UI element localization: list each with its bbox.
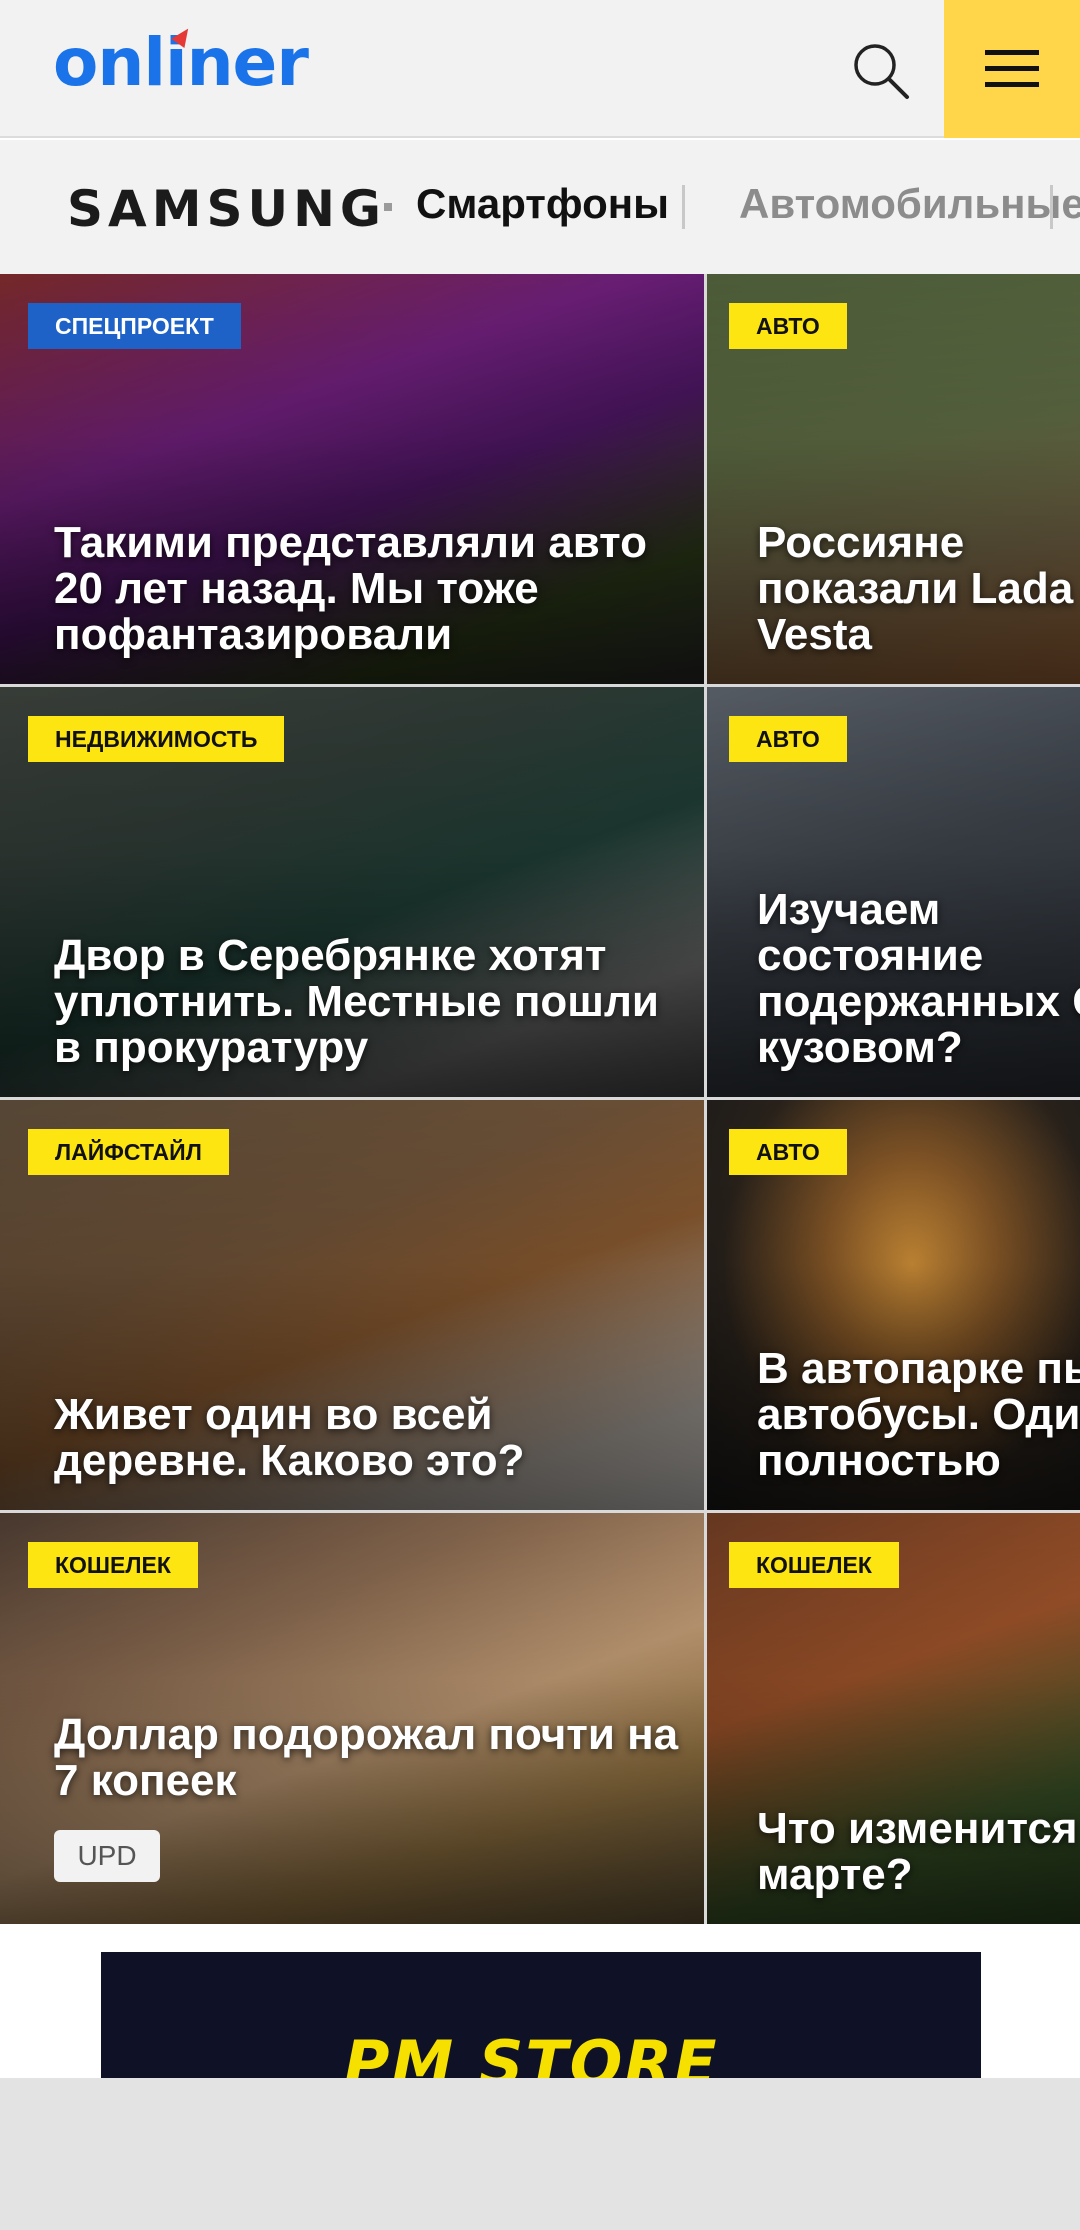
upd-badge: UPD bbox=[54, 1830, 160, 1882]
card-tag-badge[interactable]: КОШЕЛЕК bbox=[28, 1542, 198, 1588]
bottom-placeholder bbox=[0, 2078, 1080, 2230]
menu-line-icon bbox=[985, 50, 1039, 55]
card-tag-badge[interactable]: АВТО bbox=[729, 303, 847, 349]
card-tag-badge[interactable]: ЛАЙФСТАЙЛ bbox=[28, 1129, 229, 1175]
card-title[interactable]: Россияне показали Lada Vesta bbox=[757, 520, 1080, 658]
news-card[interactable]: АВТО Изучаем состояние подержанных Ge ку… bbox=[707, 687, 1080, 1097]
card-tag-badge[interactable]: АВТО bbox=[729, 716, 847, 762]
card-title[interactable]: Двор в Серебрянке хотят уплотнить. Местн… bbox=[54, 933, 694, 1071]
news-card[interactable]: КОШЕЛЕК Доллар подорожал почти на 7 копе… bbox=[0, 1513, 704, 1924]
subnav-item-smartphones[interactable]: Смартфоны bbox=[416, 180, 669, 228]
ad-banner[interactable]: PM STORE bbox=[101, 1952, 981, 2078]
card-title[interactable]: В автопарке пыл автобусы. Один с полност… bbox=[757, 1346, 1080, 1484]
menu-button[interactable] bbox=[944, 0, 1080, 138]
news-card[interactable]: КОШЕЛЕК Что изменится в марте? bbox=[707, 1513, 1080, 1924]
search-icon bbox=[854, 44, 909, 99]
card-title[interactable]: Изучаем состояние подержанных Ge кузовом… bbox=[757, 887, 1080, 1071]
menu-line-icon bbox=[985, 82, 1039, 87]
top-header: onliner bbox=[0, 0, 1080, 138]
category-subnav: SAMSUNG Смартфоны Автомобильные bbox=[0, 140, 1080, 274]
card-title[interactable]: Живет один во всей деревне. Каково это? bbox=[54, 1392, 694, 1484]
news-card[interactable]: НЕДВИЖИМОСТЬ Двор в Серебрянке хотят упл… bbox=[0, 687, 704, 1097]
card-tag-badge[interactable]: СПЕЦПРОЕКТ bbox=[28, 303, 241, 349]
samsung-brand-link[interactable]: SAMSUNG bbox=[67, 180, 386, 238]
card-title[interactable]: Что изменится в марте? bbox=[757, 1806, 1080, 1898]
card-tag-badge[interactable]: НЕДВИЖИМОСТЬ bbox=[28, 716, 285, 762]
search-button[interactable] bbox=[846, 36, 916, 106]
ad-banner-text: PM STORE bbox=[344, 2027, 719, 2078]
subnav-item-automotive[interactable]: Автомобильные bbox=[739, 180, 1080, 228]
menu-line-icon bbox=[985, 66, 1039, 71]
subnav-separator bbox=[682, 185, 685, 229]
news-grid: СПЕЦПРОЕКТ Такими представляли авто 20 л… bbox=[0, 274, 1080, 1924]
card-tag-badge[interactable]: АВТО bbox=[729, 1129, 847, 1175]
news-card[interactable]: ЛАЙФСТАЙЛ Живет один во всей деревне. Ка… bbox=[0, 1100, 704, 1510]
subnav-separator bbox=[1050, 185, 1053, 229]
news-card[interactable]: СПЕЦПРОЕКТ Такими представляли авто 20 л… bbox=[0, 274, 704, 684]
news-card[interactable]: АВТО В автопарке пыл автобусы. Один с по… bbox=[707, 1100, 1080, 1510]
news-card[interactable]: АВТО Россияне показали Lada Vesta bbox=[707, 274, 1080, 684]
subnav-dot bbox=[384, 203, 392, 211]
card-title[interactable]: Такими представляли авто 20 лет назад. М… bbox=[54, 520, 694, 658]
card-title[interactable]: Доллар подорожал почти на 7 копеек bbox=[54, 1712, 694, 1804]
card-tag-badge[interactable]: КОШЕЛЕК bbox=[729, 1542, 899, 1588]
ad-zone: PM STORE bbox=[0, 1924, 1080, 2078]
